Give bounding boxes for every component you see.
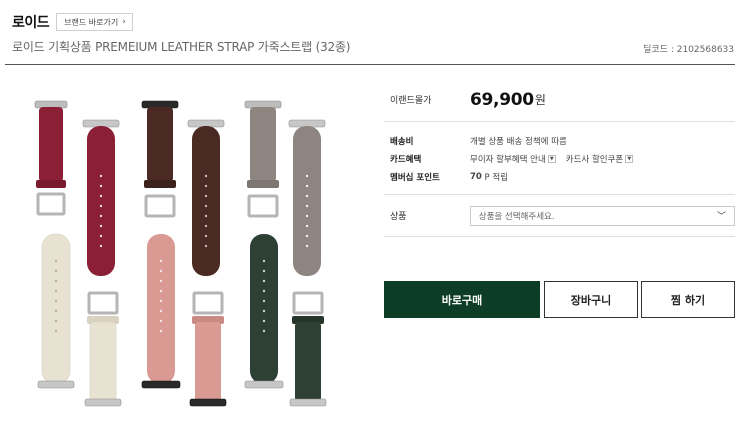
- price-row: 이랜드몰가 69,900 원: [384, 78, 735, 122]
- brand-name[interactable]: 로이드: [12, 12, 50, 32]
- chevron-right-icon: ›: [122, 17, 126, 27]
- price-label: 이랜드몰가: [390, 96, 432, 106]
- option-select[interactable]: 상품을 선택해주세요. ﹀: [469, 205, 735, 226]
- wishlist-button[interactable]: 찜 하기: [641, 281, 735, 318]
- item-code: 딜코드 : 2102568633: [643, 45, 734, 55]
- delivery-benefit-section: 배송비 개별 상품 배송 정책에 따름 카드혜택 무이자 할부혜택 안내 ▼ 카…: [384, 122, 735, 195]
- card-benefit-row: 카드혜택 무이자 할부혜택 안내 ▼ 카드사 할인쿠폰 ▼: [390, 150, 735, 168]
- points-label: 멤버십 포인트: [390, 173, 440, 183]
- action-buttons: 바로구매 장바구니 찜 하기: [384, 281, 735, 318]
- option-row: 상품 상품을 선택해주세요. ﹀: [384, 195, 735, 237]
- shipping-label: 배송비: [390, 137, 414, 147]
- points-unit: P 적립: [484, 173, 509, 183]
- product-title: 로이드 기획상품 PREMEIUM LEATHER STRAP 가죽스트랩 (3…: [12, 40, 351, 54]
- option-label: 상품: [390, 212, 407, 222]
- product-info-panel: 이랜드몰가 69,900 원 배송비 개별 상품 배송 정책에 따름 카드혜택 …: [384, 78, 735, 237]
- shipping-value: 개별 상품 배송 정책에 따름: [470, 137, 567, 147]
- interest-free-label: 무이자 할부혜택 안내: [470, 155, 546, 165]
- chevron-down-icon: ﹀: [716, 212, 726, 222]
- buy-now-button[interactable]: 바로구매: [384, 281, 540, 318]
- points-value: 70: [470, 172, 482, 182]
- chevron-down-icon: ▼: [625, 155, 634, 163]
- price-value: 69,900: [470, 89, 534, 110]
- interest-free-dropdown[interactable]: 무이자 할부혜택 안내 ▼: [470, 153, 556, 165]
- card-benefit-label: 카드혜택: [390, 155, 422, 165]
- chevron-down-icon: ▼: [547, 155, 556, 163]
- divider: [5, 64, 735, 65]
- brand-shortcut-label: 브랜드 바로가기: [64, 17, 119, 27]
- brand-shortcut-button[interactable]: 브랜드 바로가기 ›: [56, 13, 133, 31]
- product-image: [34, 100, 327, 407]
- shipping-row: 배송비 개별 상품 배송 정책에 따름: [390, 132, 735, 150]
- price-unit: 원: [534, 93, 546, 107]
- option-placeholder: 상품을 선택해주세요.: [478, 211, 555, 222]
- brand-header: 로이드 브랜드 바로가기 ›: [12, 12, 133, 32]
- points-row: 멤버십 포인트 70 P 적립: [390, 168, 735, 186]
- card-coupon-dropdown[interactable]: 카드사 할인쿠폰 ▼: [565, 153, 634, 165]
- card-coupon-label: 카드사 할인쿠폰: [565, 155, 624, 165]
- add-to-cart-button[interactable]: 장바구니: [544, 281, 638, 318]
